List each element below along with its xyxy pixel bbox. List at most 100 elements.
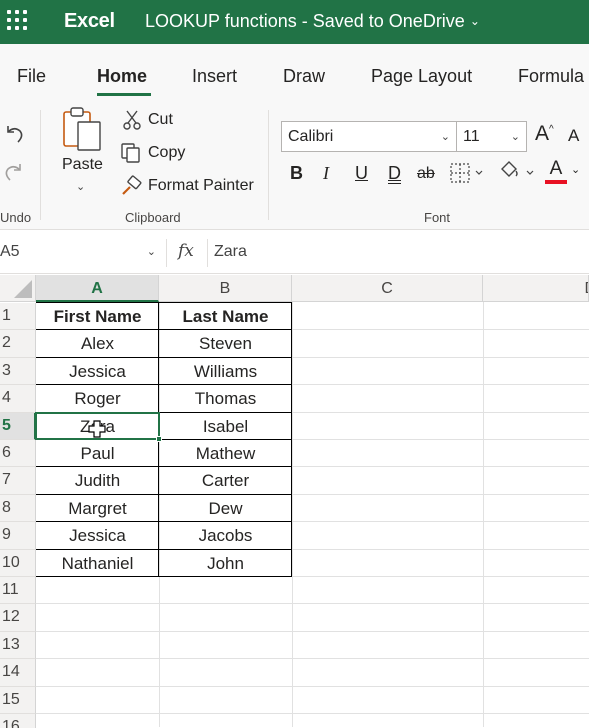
table-border: [36, 356, 292, 358]
cell-a4[interactable]: Roger: [36, 389, 159, 409]
insert-function-icon[interactable]: fx: [178, 241, 194, 261]
undo-icon: [7, 126, 23, 143]
font-color-dropdown-chevron-icon[interactable]: ⌄: [571, 163, 580, 176]
table-border: [36, 548, 292, 550]
font-group-label: Font: [424, 210, 451, 225]
name-box[interactable]: A5 ⌄: [0, 239, 160, 267]
table-border: [36, 329, 292, 331]
font-name-value: Calibri: [288, 128, 334, 145]
cell-b5[interactable]: Isabel: [159, 417, 292, 437]
row-header-6[interactable]: 6: [0, 440, 36, 468]
column-header-b[interactable]: B: [159, 275, 292, 302]
format-painter-icon: [122, 175, 142, 195]
redo-icon: [5, 164, 21, 181]
cell-a8[interactable]: Margret: [36, 499, 159, 519]
cell-b3[interactable]: Williams: [159, 362, 292, 382]
paste-icon: [63, 107, 101, 151]
gridline: [36, 603, 589, 605]
cell-a3[interactable]: Jessica: [36, 362, 159, 382]
gridline: [292, 302, 293, 727]
row-header-4[interactable]: 4: [0, 385, 36, 413]
paste-label[interactable]: Paste: [62, 156, 103, 174]
cell-b7[interactable]: Carter: [159, 471, 292, 491]
cell-a9[interactable]: Jessica: [36, 526, 159, 546]
format-painter-button[interactable]: Format Painter: [120, 175, 254, 197]
cell-a10[interactable]: Nathaniel: [36, 554, 159, 574]
undo-button[interactable]: [2, 122, 32, 146]
scissors-icon: [123, 110, 141, 130]
cell-a1[interactable]: First Name: [36, 307, 159, 327]
row-header-3[interactable]: 3: [0, 357, 36, 386]
row-header-10[interactable]: 10: [0, 549, 36, 577]
formula-input[interactable]: Zara: [214, 243, 247, 261]
strikethrough-button[interactable]: ab: [417, 165, 435, 183]
document-title[interactable]: LOOKUP functions - Saved to OneDrive ⌄: [145, 11, 480, 32]
select-all-button[interactable]: [0, 275, 36, 302]
row-header-2[interactable]: 2: [0, 330, 36, 358]
paste-dropdown-chevron-icon[interactable]: ⌄: [76, 180, 85, 193]
app-name[interactable]: Excel: [64, 10, 115, 33]
cell-b2[interactable]: Steven: [159, 334, 292, 354]
column-header-a[interactable]: A: [36, 275, 159, 302]
tab-draw[interactable]: Draw: [283, 66, 325, 87]
row-header-8[interactable]: 8: [0, 494, 36, 523]
undo-group-label: Undo: [0, 210, 32, 225]
row-header-16[interactable]: 16: [0, 714, 36, 728]
copy-button[interactable]: Copy: [120, 142, 185, 164]
decrease-font-size-button[interactable]: A: [568, 126, 579, 146]
cell-a2[interactable]: Alex: [36, 334, 159, 354]
font-size-dropdown[interactable]: 11 ⌄: [456, 121, 527, 152]
table-border: [36, 521, 292, 523]
increase-font-size-button[interactable]: A^: [535, 122, 554, 146]
cell-a6[interactable]: Paul: [36, 444, 159, 464]
redo-button[interactable]: [2, 160, 32, 184]
app-launcher-icon[interactable]: [7, 10, 29, 32]
font-name-dropdown[interactable]: Calibri ⌄: [281, 121, 456, 152]
cell-b4[interactable]: Thomas: [159, 389, 292, 409]
format-painter-label: Format Painter: [148, 177, 254, 194]
row-header-11[interactable]: 11: [0, 577, 36, 605]
cell-b1[interactable]: Last Name: [159, 307, 292, 327]
cell-b8[interactable]: Dew: [159, 499, 292, 519]
chevron-down-icon: ⌄: [510, 131, 520, 143]
table-border: [36, 576, 292, 577]
document-title-text: LOOKUP functions - Saved to OneDrive: [145, 11, 465, 31]
tab-formulas[interactable]: Formula: [518, 66, 584, 87]
gridline: [36, 685, 589, 687]
cell-a7[interactable]: Judith: [36, 471, 159, 491]
row-header-15[interactable]: 15: [0, 686, 36, 714]
gridline: [483, 302, 484, 727]
row-header-13[interactable]: 13: [0, 631, 36, 660]
copy-label: Copy: [148, 144, 186, 161]
borders-button[interactable]: [450, 162, 484, 189]
borders-icon: [450, 163, 483, 183]
cut-label: Cut: [148, 111, 173, 128]
tab-insert[interactable]: Insert: [192, 66, 237, 87]
fill-handle[interactable]: [156, 436, 162, 442]
cell-b9[interactable]: Jacobs: [159, 526, 292, 546]
tab-file[interactable]: File: [17, 66, 46, 87]
cell-b10[interactable]: John: [159, 554, 292, 574]
tab-page-layout[interactable]: Page Layout: [371, 66, 472, 87]
bold-button[interactable]: B: [290, 163, 303, 184]
row-header-12[interactable]: 12: [0, 604, 36, 632]
italic-button[interactable]: I: [323, 163, 329, 184]
formula-bar-divider: [207, 239, 208, 267]
row-header-7[interactable]: 7: [0, 467, 36, 495]
group-divider: [268, 110, 269, 220]
cell-b6[interactable]: Mathew: [159, 444, 292, 464]
underline-button[interactable]: U: [355, 163, 368, 184]
double-underline-button[interactable]: D: [388, 163, 401, 184]
cut-button[interactable]: Cut: [122, 109, 173, 131]
fill-color-button[interactable]: [497, 160, 537, 189]
tab-home[interactable]: Home: [97, 66, 147, 87]
worksheet-grid[interactable]: A B C D 12345678910111213141516First Nam…: [0, 275, 589, 728]
row-header-1[interactable]: 1: [0, 303, 36, 331]
column-header-c[interactable]: C: [292, 275, 483, 302]
row-header-14[interactable]: 14: [0, 659, 36, 687]
font-size-value: 11: [463, 128, 480, 145]
font-color-button[interactable]: A: [545, 159, 567, 184]
row-header-5[interactable]: 5: [0, 412, 36, 440]
row-header-9[interactable]: 9: [0, 522, 36, 550]
column-header-d[interactable]: D: [483, 275, 589, 302]
